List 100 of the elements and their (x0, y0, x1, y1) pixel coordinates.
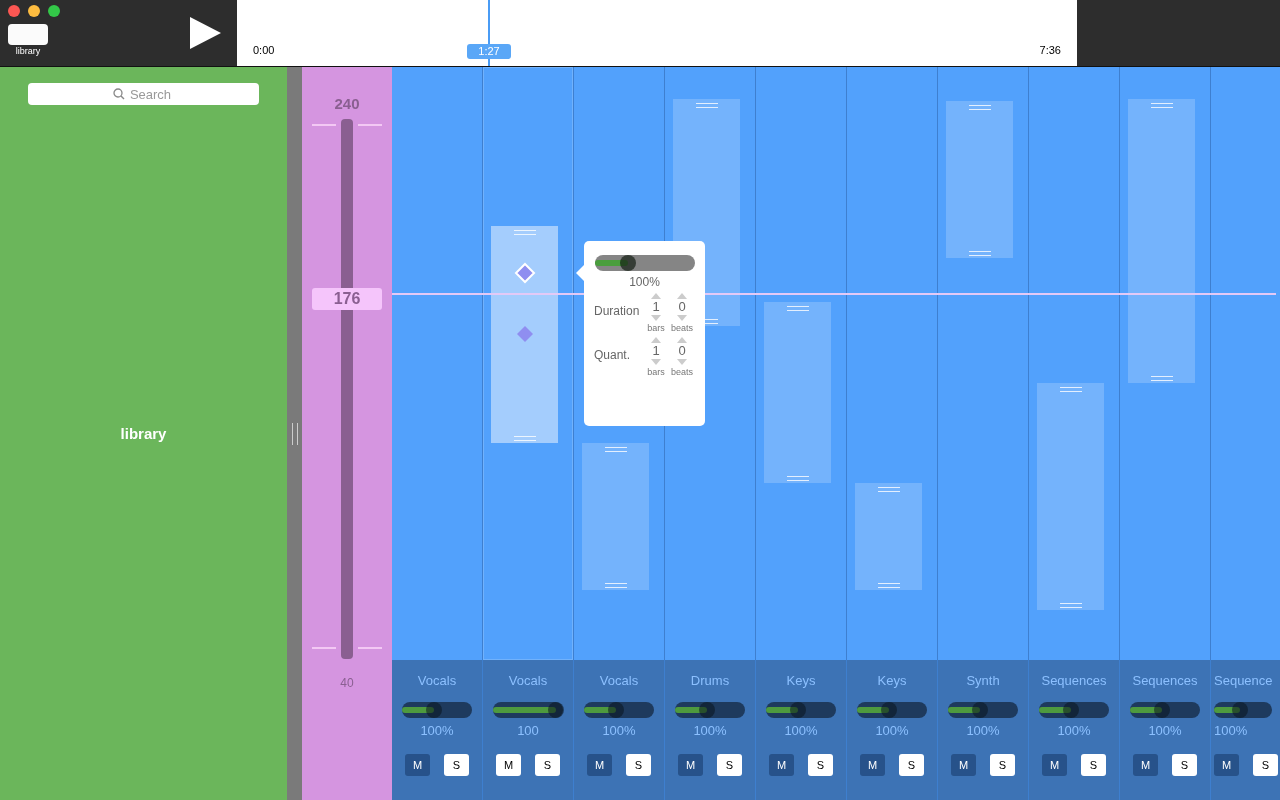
clip[interactable] (855, 483, 922, 590)
unit-label: bars (647, 367, 665, 377)
minimize-button[interactable] (28, 5, 40, 17)
track-name: Vocals (599, 673, 639, 688)
bars-value[interactable]: 1 (652, 299, 660, 315)
down-arrow-icon[interactable] (677, 315, 687, 321)
track-name: Keys (877, 673, 907, 688)
clip[interactable] (582, 443, 649, 590)
volume-reading: 100% (966, 723, 1000, 738)
diamond-icon[interactable] (515, 325, 534, 343)
drag-handle-icon[interactable] (1059, 603, 1082, 608)
solo-button[interactable]: S (990, 754, 1015, 776)
track-name: Synth (966, 673, 1000, 688)
clip[interactable] (764, 302, 831, 483)
solo-button[interactable]: S (1253, 754, 1278, 776)
setting-label: Quant. (594, 348, 632, 362)
library-label: library (15, 46, 41, 56)
volume-reading: 100% (629, 275, 660, 289)
volume-slider[interactable] (948, 702, 1018, 718)
track-name: Sequences (1041, 673, 1107, 688)
timeline[interactable]: 0:00 1:27 7:36 (237, 0, 1077, 66)
down-arrow-icon[interactable] (677, 359, 687, 365)
drag-handle-icon[interactable] (877, 583, 900, 588)
volume-reading: 100% (602, 723, 636, 738)
drag-handle-icon[interactable] (968, 105, 991, 110)
bars-value[interactable]: 1 (652, 343, 660, 359)
mute-button[interactable]: M (405, 754, 430, 776)
play-icon[interactable] (188, 16, 222, 50)
drag-handle-icon[interactable] (877, 487, 900, 492)
unit-label: beats (671, 367, 693, 377)
mute-button[interactable]: M (678, 754, 703, 776)
tempo-min: 40 (340, 676, 354, 690)
mute-button[interactable]: M (587, 754, 612, 776)
unit-label: beats (671, 323, 693, 333)
volume-slider[interactable] (1039, 702, 1109, 718)
close-button[interactable] (8, 5, 20, 17)
mute-button[interactable]: M (1042, 754, 1067, 776)
mute-button[interactable]: M (769, 754, 794, 776)
drag-handle-icon[interactable] (604, 447, 627, 452)
volume-slider[interactable] (402, 702, 472, 718)
solo-button[interactable]: S (626, 754, 651, 776)
library-button[interactable] (8, 24, 48, 45)
volume-reading: 100% (875, 723, 909, 738)
drag-handle-icon[interactable] (604, 583, 627, 588)
drag-handle-icon[interactable] (968, 251, 991, 256)
volume-slider[interactable] (857, 702, 927, 718)
drag-handle-icon[interactable] (513, 230, 536, 235)
volume-reading: 100% (1214, 723, 1248, 738)
up-arrow-icon[interactable] (651, 337, 661, 343)
volume-slider[interactable] (1214, 702, 1272, 718)
volume-slider[interactable] (584, 702, 654, 718)
solo-button[interactable]: S (1081, 754, 1106, 776)
drag-handle-icon[interactable] (786, 476, 809, 481)
mute-button[interactable]: M (951, 754, 976, 776)
down-arrow-icon[interactable] (651, 315, 661, 321)
solo-button[interactable]: S (899, 754, 924, 776)
solo-button[interactable]: S (535, 754, 560, 776)
splitter-handle[interactable] (287, 67, 302, 800)
volume-reading: 100% (693, 723, 727, 738)
up-arrow-icon[interactable] (677, 337, 687, 343)
mute-button[interactable]: M (1214, 754, 1239, 776)
track-name: Sequences (1132, 673, 1198, 688)
beats-value[interactable]: 0 (678, 299, 686, 315)
drag-handle-icon[interactable] (1150, 376, 1173, 381)
track-name: Keys (786, 673, 816, 688)
mute-button[interactable]: M (496, 754, 521, 776)
track-name: Drums (690, 673, 730, 688)
diamond-icon[interactable] (513, 262, 536, 284)
up-arrow-icon[interactable] (677, 293, 687, 299)
volume-slider[interactable] (1130, 702, 1200, 718)
clip[interactable] (946, 101, 1013, 258)
solo-button[interactable]: S (444, 754, 469, 776)
volume-slider[interactable] (594, 255, 695, 271)
solo-button[interactable]: S (717, 754, 742, 776)
down-arrow-icon[interactable] (651, 359, 661, 365)
drag-handle-icon[interactable] (1059, 387, 1082, 392)
drag-handle-icon[interactable] (513, 436, 536, 441)
up-arrow-icon[interactable] (651, 293, 661, 299)
volume-slider[interactable] (493, 702, 563, 718)
drag-handle-icon[interactable] (1150, 103, 1173, 108)
volume-reading: 100% (420, 723, 454, 738)
library-title: library (120, 425, 167, 442)
clip[interactable] (1128, 99, 1195, 383)
mute-button[interactable]: M (1133, 754, 1158, 776)
solo-button[interactable]: S (1172, 754, 1197, 776)
volume-reading: 100% (784, 723, 818, 738)
track-name: Vocals (417, 673, 457, 688)
search-field[interactable]: Search (28, 83, 259, 105)
solo-button[interactable]: S (808, 754, 833, 776)
volume-slider[interactable] (675, 702, 745, 718)
start-time: 0:00 (253, 44, 275, 56)
drag-handle-icon[interactable] (695, 103, 718, 108)
volume-slider[interactable] (766, 702, 836, 718)
clip[interactable] (1037, 383, 1104, 610)
drag-handle-icon[interactable] (786, 306, 809, 311)
track-name: Vocals (508, 673, 548, 688)
mute-button[interactable]: M (860, 754, 885, 776)
clip[interactable] (491, 226, 558, 443)
beats-value[interactable]: 0 (678, 343, 686, 359)
zoom-button[interactable] (48, 5, 60, 17)
